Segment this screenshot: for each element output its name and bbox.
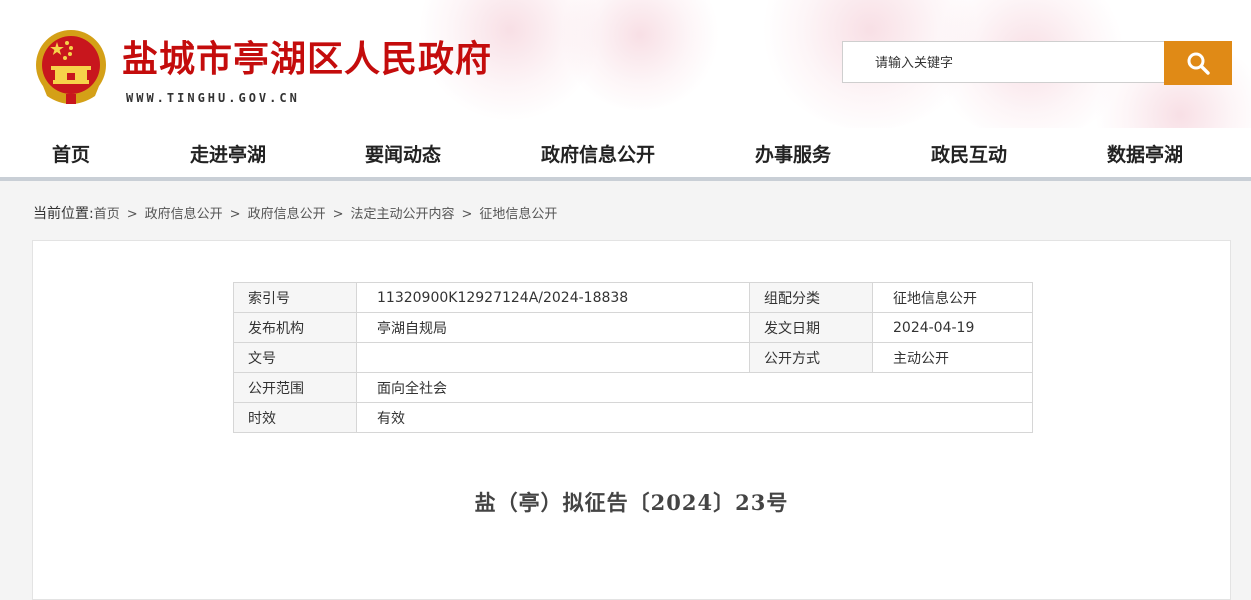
- table-row: 公开范围 面向全社会: [233, 372, 1033, 403]
- breadcrumb-label: 当前位置:: [33, 206, 94, 222]
- breadcrumb-separator: >: [126, 207, 138, 222]
- date-value: 2024-04-19: [872, 312, 1033, 343]
- category-value: 征地信息公开: [872, 282, 1033, 313]
- site-header: 盐城市亭湖区人民政府 WWW.TINGHU.GOV.CN: [0, 0, 1251, 128]
- nav-divider: [0, 177, 1251, 181]
- table-row: 时效 有效: [233, 402, 1033, 433]
- document-title: 盐（亭）拟征告〔2024〕23号: [474, 490, 789, 515]
- validity-value: 有效: [356, 402, 1033, 433]
- breadcrumb-separator: >: [461, 207, 473, 222]
- publisher-label: 发布机构: [233, 312, 357, 343]
- national-emblem-icon[interactable]: [33, 28, 109, 108]
- doc-no-label: 文号: [233, 342, 357, 373]
- method-label: 公开方式: [749, 342, 873, 373]
- table-row: 发布机构 亭湖自规局 发文日期 2024-04-19: [233, 312, 1033, 343]
- category-label: 组配分类: [749, 282, 873, 313]
- breadcrumb-link-gov-info-sub[interactable]: 政府信息公开: [248, 207, 326, 222]
- breadcrumb-link-land-expropriation[interactable]: 征地信息公开: [479, 207, 557, 222]
- nav-item-news[interactable]: 要闻动态: [365, 140, 441, 167]
- doc-no-value: [356, 342, 750, 373]
- breadcrumb-link-statutory[interactable]: 法定主动公开内容: [350, 207, 454, 222]
- document-meta-table: 索引号 11320900K12927124A/2024-18838 组配分类 征…: [233, 282, 1033, 433]
- breadcrumb-separator: >: [229, 207, 241, 222]
- nav-item-interaction[interactable]: 政民互动: [931, 140, 1007, 167]
- breadcrumb-separator: >: [332, 207, 344, 222]
- breadcrumb-link-gov-info[interactable]: 政府信息公开: [145, 207, 223, 222]
- nav-item-services[interactable]: 办事服务: [755, 140, 831, 167]
- table-row: 文号 公开方式 主动公开: [233, 342, 1033, 373]
- main-nav: 首页 走进亭湖 要闻动态 政府信息公开 办事服务 政民互动 数据亭湖: [0, 128, 1251, 178]
- background-flower: [560, 0, 720, 110]
- breadcrumb: 当前位置:首页 > 政府信息公开 > 政府信息公开 > 法定主动公开内容 > 征地信息公开: [33, 203, 557, 223]
- method-value: 主动公开: [872, 342, 1033, 373]
- index-no-label: 索引号: [233, 282, 357, 313]
- site-domain: WWW.TINGHU.GOV.CN: [126, 91, 300, 105]
- search-input[interactable]: [873, 42, 1167, 84]
- search-button[interactable]: [1164, 41, 1232, 85]
- index-no-value: 11320900K12927124A/2024-18838: [356, 282, 750, 313]
- date-label: 发文日期: [749, 312, 873, 343]
- breadcrumb-link-home[interactable]: 首页: [94, 207, 120, 222]
- site-title[interactable]: 盐城市亭湖区人民政府: [122, 30, 492, 82]
- publisher-value: 亭湖自规局: [356, 312, 750, 343]
- search-box: [842, 41, 1167, 84]
- validity-label: 时效: [233, 402, 357, 433]
- content-panel: 索引号 11320900K12927124A/2024-18838 组配分类 征…: [32, 240, 1231, 600]
- table-row: 索引号 11320900K12927124A/2024-18838 组配分类 征…: [233, 282, 1033, 313]
- nav-item-gov-info[interactable]: 政府信息公开: [541, 140, 655, 167]
- nav-item-home[interactable]: 首页: [52, 140, 90, 167]
- scope-value: 面向全社会: [356, 372, 1033, 403]
- search-icon: [1187, 52, 1210, 75]
- nav-item-data[interactable]: 数据亭湖: [1107, 140, 1183, 167]
- scope-label: 公开范围: [233, 372, 357, 403]
- nav-item-about[interactable]: 走进亭湖: [190, 140, 266, 167]
